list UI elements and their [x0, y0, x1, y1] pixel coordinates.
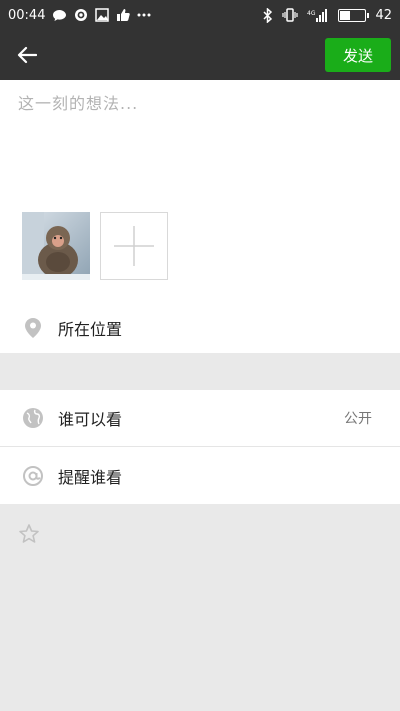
visibility-value: 公开	[344, 411, 372, 427]
status-bar: 00:44 4G 42	[0, 0, 400, 30]
message-bubble-icon	[52, 9, 67, 22]
location-label: 所在位置	[58, 320, 123, 339]
bluetooth-icon	[263, 7, 273, 23]
at-sign-icon	[22, 465, 44, 487]
more-dots-icon	[137, 13, 151, 17]
signal-icon: 4G	[307, 8, 329, 22]
battery-level-text: 42	[375, 7, 392, 23]
signal-network-label: 4G	[307, 10, 316, 17]
status-left: 00:44	[8, 8, 151, 23]
plus-icon	[114, 226, 154, 266]
send-button[interactable]: 发送	[325, 38, 391, 72]
compose-area: 所在位置	[0, 80, 400, 353]
back-button[interactable]	[0, 30, 54, 80]
vibrate-icon	[282, 8, 299, 22]
star-icon[interactable]	[18, 523, 40, 545]
status-right: 4G 42	[263, 7, 392, 23]
post-settings-list: 谁可以看 公开 提醒谁看	[0, 390, 400, 504]
who-can-see-label: 谁可以看	[58, 410, 123, 429]
moment-text-input[interactable]	[18, 90, 382, 190]
image-icon	[95, 8, 110, 22]
add-photo-button[interactable]	[100, 212, 168, 280]
remind-who-label: 提醒谁看	[58, 467, 123, 487]
who-can-see-row[interactable]: 谁可以看 公开	[0, 390, 400, 447]
back-arrow-icon	[17, 46, 37, 64]
title-bar: 发送	[0, 30, 400, 80]
attached-photo[interactable]	[22, 212, 90, 280]
location-pin-icon	[22, 317, 44, 339]
remind-who-row[interactable]: 提醒谁看	[0, 447, 400, 504]
battery-icon	[338, 8, 370, 22]
thumbs-up-icon	[116, 8, 131, 22]
location-row[interactable]: 所在位置	[0, 303, 400, 353]
battery-fill	[340, 10, 351, 20]
globe-icon	[22, 407, 44, 429]
target-icon	[74, 8, 88, 22]
monkey-photo-image	[22, 212, 90, 280]
status-time: 00:44	[8, 7, 46, 23]
